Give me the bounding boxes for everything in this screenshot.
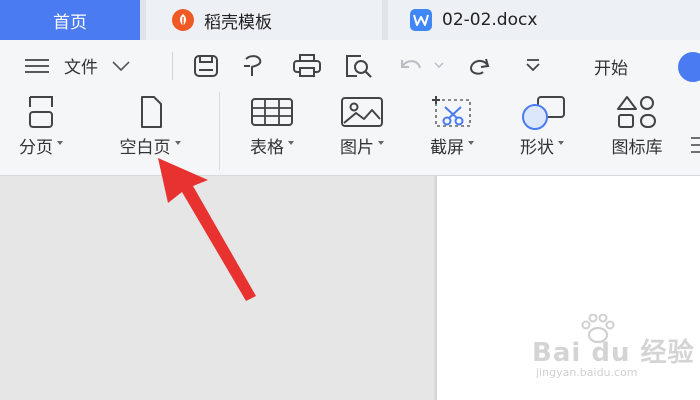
tab-template[interactable]: 稻壳模板 — [146, 0, 382, 40]
table-icon — [251, 98, 293, 126]
undo-dropdown-icon[interactable] — [434, 62, 444, 68]
more-arrow-icon[interactable] — [690, 136, 700, 154]
hamburger-icon — [25, 58, 49, 73]
format-painter-icon[interactable] — [240, 54, 268, 78]
shape-icon — [522, 96, 565, 130]
customize-toolbar-icon[interactable] — [524, 58, 542, 72]
blank-page-label: 空白页 — [119, 138, 171, 158]
daoke-logo-icon — [172, 9, 194, 31]
blank-page-button[interactable]: 空白页 — [100, 95, 200, 175]
tab-template-label: 稻壳模板 — [204, 12, 272, 33]
table-label: 表格 — [250, 138, 284, 158]
screenshot-label: 截屏 — [430, 138, 464, 158]
icon-library-label: 图标库 — [611, 138, 663, 158]
print-preview-icon[interactable] — [343, 54, 373, 78]
tab-home-label: 首页 — [53, 12, 87, 33]
page-break-icon — [29, 96, 53, 128]
quick-toolbar: 文件 开始 — [0, 40, 700, 90]
blank-page-icon — [141, 96, 162, 128]
tab-strip: 首页 稻壳模板 02-02.docx — [0, 0, 700, 40]
chevron-down-icon — [112, 60, 130, 71]
tab-home[interactable]: 首页 — [0, 0, 140, 40]
page-break-label: 分页 — [19, 138, 53, 158]
caret-down-icon — [558, 141, 564, 145]
shape-button[interactable]: 形状 — [502, 95, 582, 175]
toolbar-divider — [172, 52, 173, 80]
screenshot-scissors-icon — [432, 96, 471, 127]
file-menu-button[interactable]: 文件 — [24, 53, 130, 78]
caret-down-icon — [57, 141, 63, 145]
tab-start[interactable]: 开始 — [594, 54, 628, 79]
shape-label: 形状 — [520, 138, 554, 158]
icon-library-icon — [617, 96, 656, 128]
caret-down-icon — [468, 141, 474, 145]
print-icon[interactable] — [292, 54, 322, 78]
ribbon-divider — [219, 92, 220, 170]
picture-icon — [341, 97, 383, 127]
picture-button[interactable]: 图片 — [322, 95, 402, 175]
tab-document-label: 02-02.docx — [442, 10, 538, 30]
insert-tab-indicator[interactable] — [678, 52, 700, 82]
icon-library-button[interactable]: 图标库 — [594, 95, 680, 175]
ribbon: 文件 开始 分页 空白页 表格 图片 截屏 形状 图标库 — [0, 40, 700, 176]
table-button[interactable]: 表格 — [232, 95, 312, 175]
tab-document[interactable]: 02-02.docx — [388, 0, 700, 40]
picture-label: 图片 — [340, 138, 374, 158]
undo-icon[interactable] — [398, 54, 424, 78]
caret-down-icon — [288, 141, 294, 145]
watermark-logo: Bai du 经验 — [532, 338, 695, 368]
save-icon[interactable] — [192, 54, 220, 78]
page-break-button[interactable]: 分页 — [6, 95, 76, 175]
screenshot-button[interactable]: 截屏 — [412, 95, 492, 175]
file-menu-label: 文件 — [64, 58, 98, 78]
watermark-url: jingyan.baidu.com — [536, 366, 638, 379]
caret-down-icon — [378, 141, 384, 145]
redo-icon[interactable] — [466, 54, 492, 78]
word-doc-icon — [410, 9, 432, 31]
caret-down-icon — [174, 141, 181, 145]
